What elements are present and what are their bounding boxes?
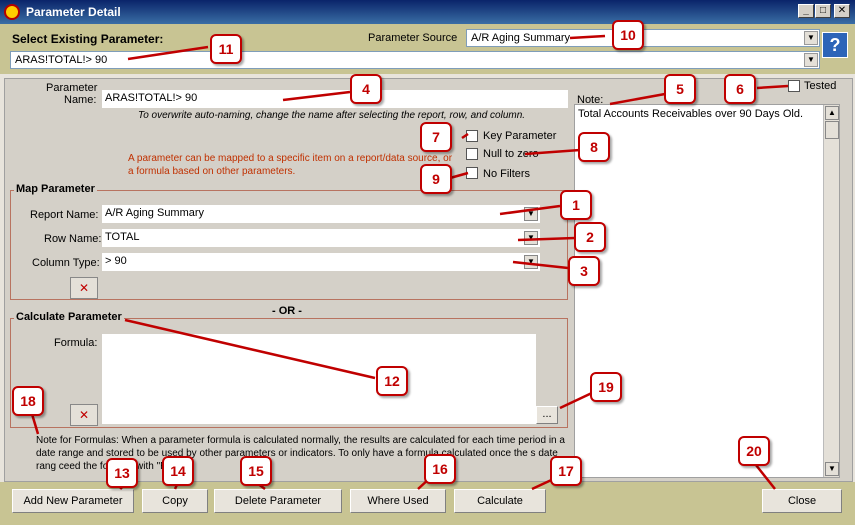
- select-existing-label: Select Existing Parameter:: [12, 32, 164, 46]
- parameter-name-input[interactable]: ARAS!TOTAL!> 90: [102, 90, 568, 108]
- callout-19: 19: [590, 372, 622, 402]
- formula-label: Formula:: [54, 337, 98, 349]
- callout-9: 9: [420, 164, 452, 194]
- callout-15: 15: [240, 456, 272, 486]
- callout-18: 18: [12, 386, 44, 416]
- callout-4: 4: [350, 74, 382, 104]
- callout-14: 14: [162, 456, 194, 486]
- scroll-down-icon[interactable]: ▼: [825, 462, 839, 476]
- scroll-thumb[interactable]: [825, 121, 839, 139]
- calculate-parameter-title: Calculate Parameter: [14, 311, 124, 323]
- null-to-zero-label: Null to zero: [483, 148, 539, 160]
- close-button[interactable]: Close: [762, 489, 842, 513]
- header-band: Select Existing Parameter: Parameter Sou…: [0, 24, 855, 74]
- callout-20: 20: [738, 436, 770, 466]
- note-scrollbar[interactable]: ▲ ▼: [823, 105, 839, 477]
- key-parameter-label: Key Parameter: [483, 130, 557, 142]
- calculate-button[interactable]: Calculate: [454, 489, 546, 513]
- callout-3: 3: [568, 256, 600, 286]
- chevron-down-icon[interactable]: ▼: [804, 53, 818, 67]
- clear-formula-button[interactable]: ✕: [70, 404, 98, 426]
- mapping-note: A parameter can be mapped to a specific …: [128, 153, 453, 177]
- clear-mapping-button[interactable]: ✕: [70, 277, 98, 299]
- where-used-button[interactable]: Where Used: [350, 489, 446, 513]
- row-name-label: Row Name:: [44, 233, 102, 245]
- chevron-down-icon[interactable]: ▼: [804, 31, 818, 45]
- callout-10: 10: [612, 20, 644, 50]
- map-parameter-title: Map Parameter: [14, 183, 97, 195]
- row-name-select[interactable]: TOTAL ▼: [102, 229, 540, 247]
- title-bar: Parameter Detail _ □ ✕: [0, 0, 855, 24]
- add-new-parameter-button[interactable]: Add New Parameter: [12, 489, 134, 513]
- close-window-button[interactable]: ✕: [834, 4, 850, 18]
- app-logo-icon: [4, 4, 20, 20]
- callout-11: 11: [210, 34, 242, 64]
- scroll-up-icon[interactable]: ▲: [825, 106, 839, 120]
- or-separator: - OR -: [272, 305, 302, 317]
- delete-parameter-button[interactable]: Delete Parameter: [214, 489, 342, 513]
- formula-builder-button[interactable]: ...: [536, 406, 558, 424]
- copy-button[interactable]: Copy: [142, 489, 208, 513]
- no-filters-label: No Filters: [483, 168, 531, 180]
- report-name-label: Report Name:: [30, 209, 99, 221]
- note-textarea[interactable]: Total Accounts Receivables over 90 Days …: [574, 104, 840, 478]
- tested-checkbox[interactable]: [788, 80, 800, 92]
- report-name-select[interactable]: A/R Aging Summary ▼: [102, 205, 540, 223]
- chevron-down-icon[interactable]: ▼: [524, 231, 538, 245]
- callout-7: 7: [420, 122, 452, 152]
- parameter-source-label: Parameter Source: [368, 32, 458, 44]
- maximize-button[interactable]: □: [815, 4, 831, 18]
- no-filters-checkbox[interactable]: [466, 167, 478, 179]
- callout-2: 2: [574, 222, 606, 252]
- null-to-zero-checkbox[interactable]: [466, 148, 478, 160]
- callout-13: 13: [106, 458, 138, 488]
- callout-17: 17: [550, 456, 582, 486]
- column-type-label: Column Type:: [32, 257, 100, 269]
- callout-5: 5: [664, 74, 696, 104]
- window-title: Parameter Detail: [26, 5, 121, 19]
- clear-icon: ✕: [78, 408, 90, 422]
- param-name-label-2: Name:: [64, 94, 97, 106]
- param-name-label-1: Parameter: [46, 82, 98, 94]
- callout-12: 12: [376, 366, 408, 396]
- clear-icon: ✕: [78, 281, 90, 295]
- key-parameter-checkbox[interactable]: [466, 130, 478, 142]
- minimize-button[interactable]: _: [798, 4, 814, 18]
- column-type-select[interactable]: > 90 ▼: [102, 253, 540, 271]
- chevron-down-icon[interactable]: ▼: [524, 255, 538, 269]
- callout-6: 6: [724, 74, 756, 104]
- tested-label: Tested: [804, 80, 837, 92]
- auto-naming-hint: To overwrite auto-naming, change the nam…: [138, 110, 526, 121]
- callout-16: 16: [424, 454, 456, 484]
- callout-8: 8: [578, 132, 610, 162]
- formula-textarea[interactable]: [102, 334, 536, 424]
- callout-1: 1: [560, 190, 592, 220]
- chevron-down-icon[interactable]: ▼: [524, 207, 538, 221]
- existing-parameter-select[interactable]: ARAS!TOTAL!> 90 ▼: [10, 51, 820, 69]
- help-button[interactable]: ?: [822, 32, 848, 58]
